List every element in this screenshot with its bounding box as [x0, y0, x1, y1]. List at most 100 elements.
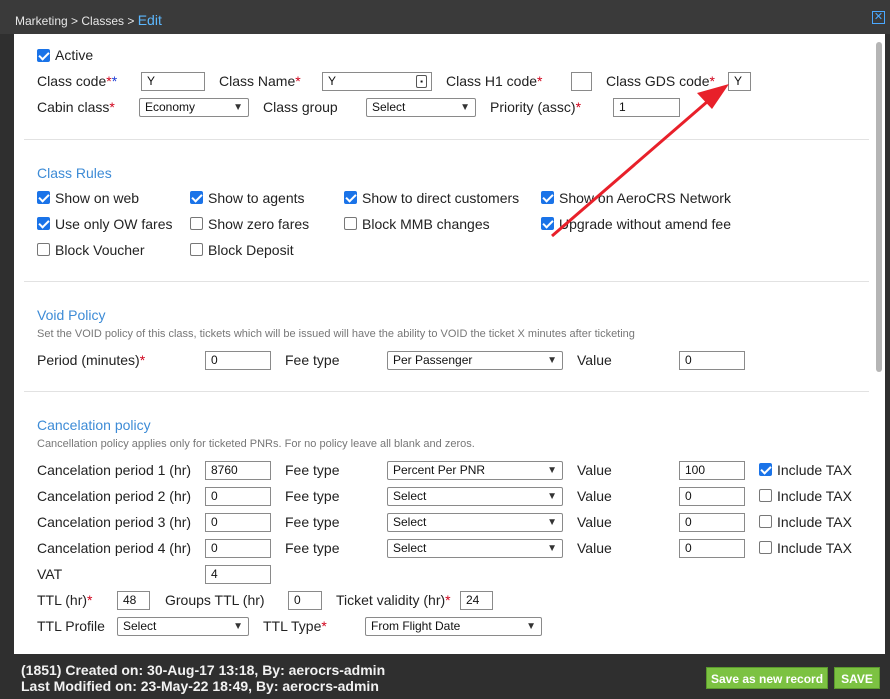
show-to-direct-customers-label: Show to direct customers — [362, 190, 520, 206]
block-voucher-checkbox[interactable] — [37, 243, 50, 256]
cancelation-period-2-input[interactable]: 0 — [205, 487, 271, 506]
cancelation-period-2-label: Cancelation period 2 (hr) — [37, 488, 192, 504]
block-mmb-changes-checkbox[interactable] — [344, 217, 357, 230]
include-tax-label: Include TAX — [777, 540, 852, 556]
cancelation-value-4-input[interactable]: 0 — [679, 539, 745, 558]
breadcrumb-current: Edit — [137, 12, 162, 28]
show-on-web-checkbox[interactable] — [37, 191, 50, 204]
show-on-web-label: Show on web — [55, 190, 140, 206]
edit-class-dialog: Active Class code** Y Class Name* Y ▪ Cl… — [14, 34, 885, 654]
save-button[interactable]: SAVE — [834, 667, 880, 689]
cancelation-fee-type-3-select[interactable]: Select ▼ — [387, 513, 563, 532]
upgrade-without-amend-fee-checkbox[interactable] — [541, 217, 554, 230]
void-fee-type-select[interactable]: Per Passenger ▼ — [387, 351, 563, 370]
void-value-input[interactable]: 0 — [679, 351, 745, 370]
include-tax-1-checkbox[interactable] — [759, 463, 772, 476]
chevron-down-icon: ▼ — [547, 517, 557, 528]
void-policy-title: Void Policy — [37, 307, 106, 323]
created-info: (1851) Created on: 30-Aug-17 13:18, By: … — [21, 662, 386, 678]
class-group-select[interactable]: Select ▼ — [366, 98, 476, 117]
vat-input[interactable]: 4 — [205, 565, 271, 584]
show-to-agents-checkbox[interactable] — [190, 191, 203, 204]
priority-input[interactable]: 1 — [613, 98, 680, 117]
show-on-aerocrs-network-label: Show on AeroCRS Network — [559, 190, 731, 206]
active-label: Active — [55, 47, 94, 63]
class-h1-input[interactable] — [571, 72, 592, 91]
ticket-validity-label: Ticket validity (hr)* — [336, 592, 451, 608]
chevron-down-icon: ▼ — [526, 621, 536, 632]
cancelation-fee-type-label: Fee type — [285, 514, 340, 530]
use-only-ow-fares-checkbox[interactable] — [37, 217, 50, 230]
class-gds-input[interactable]: Y — [728, 72, 751, 91]
section-divider — [24, 139, 869, 140]
cancelation-fee-type-label: Fee type — [285, 540, 340, 556]
cancelation-value-2-input[interactable]: 0 — [679, 487, 745, 506]
modified-info: Last Modified on: 23-May-22 18:49, By: a… — [21, 678, 379, 694]
block-voucher-label: Block Voucher — [55, 242, 145, 258]
ttl-type-label: TTL Type* — [263, 618, 327, 634]
class-gds-label: Class GDS code* — [606, 73, 715, 89]
ttl-profile-label: TTL Profile — [37, 618, 105, 634]
cancelation-value-label: Value — [577, 540, 612, 556]
cancelation-fee-type-label: Fee type — [285, 462, 340, 478]
class-code-label: Class code** — [37, 73, 118, 89]
void-value-label: Value — [577, 352, 612, 368]
void-fee-type-label: Fee type — [285, 352, 340, 368]
cancelation-period-4-input[interactable]: 0 — [205, 539, 271, 558]
ttl-type-select[interactable]: From Flight Date ▼ — [365, 617, 542, 636]
include-tax-label: Include TAX — [777, 488, 852, 504]
cancelation-policy-description: Cancellation policy applies only for tic… — [37, 438, 475, 450]
include-tax-2-checkbox[interactable] — [759, 489, 772, 502]
groups-ttl-input[interactable]: 0 — [288, 591, 322, 610]
cancelation-fee-type-2-select[interactable]: Select ▼ — [387, 487, 563, 506]
class-code-input[interactable]: Y — [141, 72, 205, 91]
cancelation-fee-type-1-select[interactable]: Percent Per PNR ▼ — [387, 461, 563, 480]
footer: (1851) Created on: 30-Aug-17 13:18, By: … — [0, 656, 890, 699]
chevron-down-icon: ▼ — [547, 355, 557, 366]
cancelation-period-1-input[interactable]: 8760 — [205, 461, 271, 480]
chevron-down-icon: ▼ — [460, 102, 470, 113]
breadcrumb-path[interactable]: Marketing > Classes > — [15, 14, 138, 28]
class-name-input[interactable]: Y ▪ — [322, 72, 432, 91]
block-deposit-checkbox[interactable] — [190, 243, 203, 256]
ttl-profile-select[interactable]: Select ▼ — [117, 617, 249, 636]
cancelation-value-label: Value — [577, 488, 612, 504]
show-on-aerocrs-network-checkbox[interactable] — [541, 191, 554, 204]
section-divider — [24, 281, 869, 282]
cancelation-fee-type-label: Fee type — [285, 488, 340, 504]
vat-label: VAT — [37, 566, 63, 582]
cabin-class-select[interactable]: Economy ▼ — [139, 98, 249, 117]
class-rules-title: Class Rules — [37, 165, 112, 181]
void-period-input[interactable]: 0 — [205, 351, 271, 370]
active-checkbox[interactable] — [37, 49, 50, 62]
chevron-down-icon: ▼ — [233, 102, 243, 113]
cancelation-value-label: Value — [577, 462, 612, 478]
use-only-ow-fares-label: Use only OW fares — [55, 216, 173, 232]
cancelation-period-3-label: Cancelation period 3 (hr) — [37, 514, 192, 530]
show-zero-fares-checkbox[interactable] — [190, 217, 203, 230]
ttl-label: TTL (hr)* — [37, 592, 93, 608]
cancelation-fee-type-4-select[interactable]: Select ▼ — [387, 539, 563, 558]
cancelation-value-3-input[interactable]: 0 — [679, 513, 745, 532]
close-icon[interactable]: ✕ — [872, 11, 885, 24]
include-tax-3-checkbox[interactable] — [759, 515, 772, 528]
chevron-down-icon: ▼ — [547, 465, 557, 476]
cancelation-period-3-input[interactable]: 0 — [205, 513, 271, 532]
chevron-down-icon: ▼ — [233, 621, 243, 632]
show-to-direct-customers-checkbox[interactable] — [344, 191, 357, 204]
class-group-label: Class group — [263, 99, 338, 115]
save-as-new-record-button[interactable]: Save as new record — [706, 667, 828, 689]
include-tax-4-checkbox[interactable] — [759, 541, 772, 554]
block-mmb-changes-label: Block MMB changes — [362, 216, 490, 232]
upgrade-without-amend-fee-label: Upgrade without amend fee — [559, 216, 731, 232]
cancelation-value-1-input[interactable]: 100 — [679, 461, 745, 480]
ticket-validity-input[interactable]: 24 — [460, 591, 493, 610]
contact-card-icon[interactable]: ▪ — [416, 75, 427, 88]
cabin-class-label: Cabin class* — [37, 99, 115, 115]
cancelation-value-label: Value — [577, 514, 612, 530]
ttl-input[interactable]: 48 — [117, 591, 150, 610]
cancelation-policy-title: Cancelation policy — [37, 417, 151, 433]
scrollbar-thumb[interactable] — [876, 42, 882, 372]
breadcrumb: Marketing > Classes > Edit — [15, 12, 162, 28]
cancelation-period-1-label: Cancelation period 1 (hr) — [37, 462, 192, 478]
